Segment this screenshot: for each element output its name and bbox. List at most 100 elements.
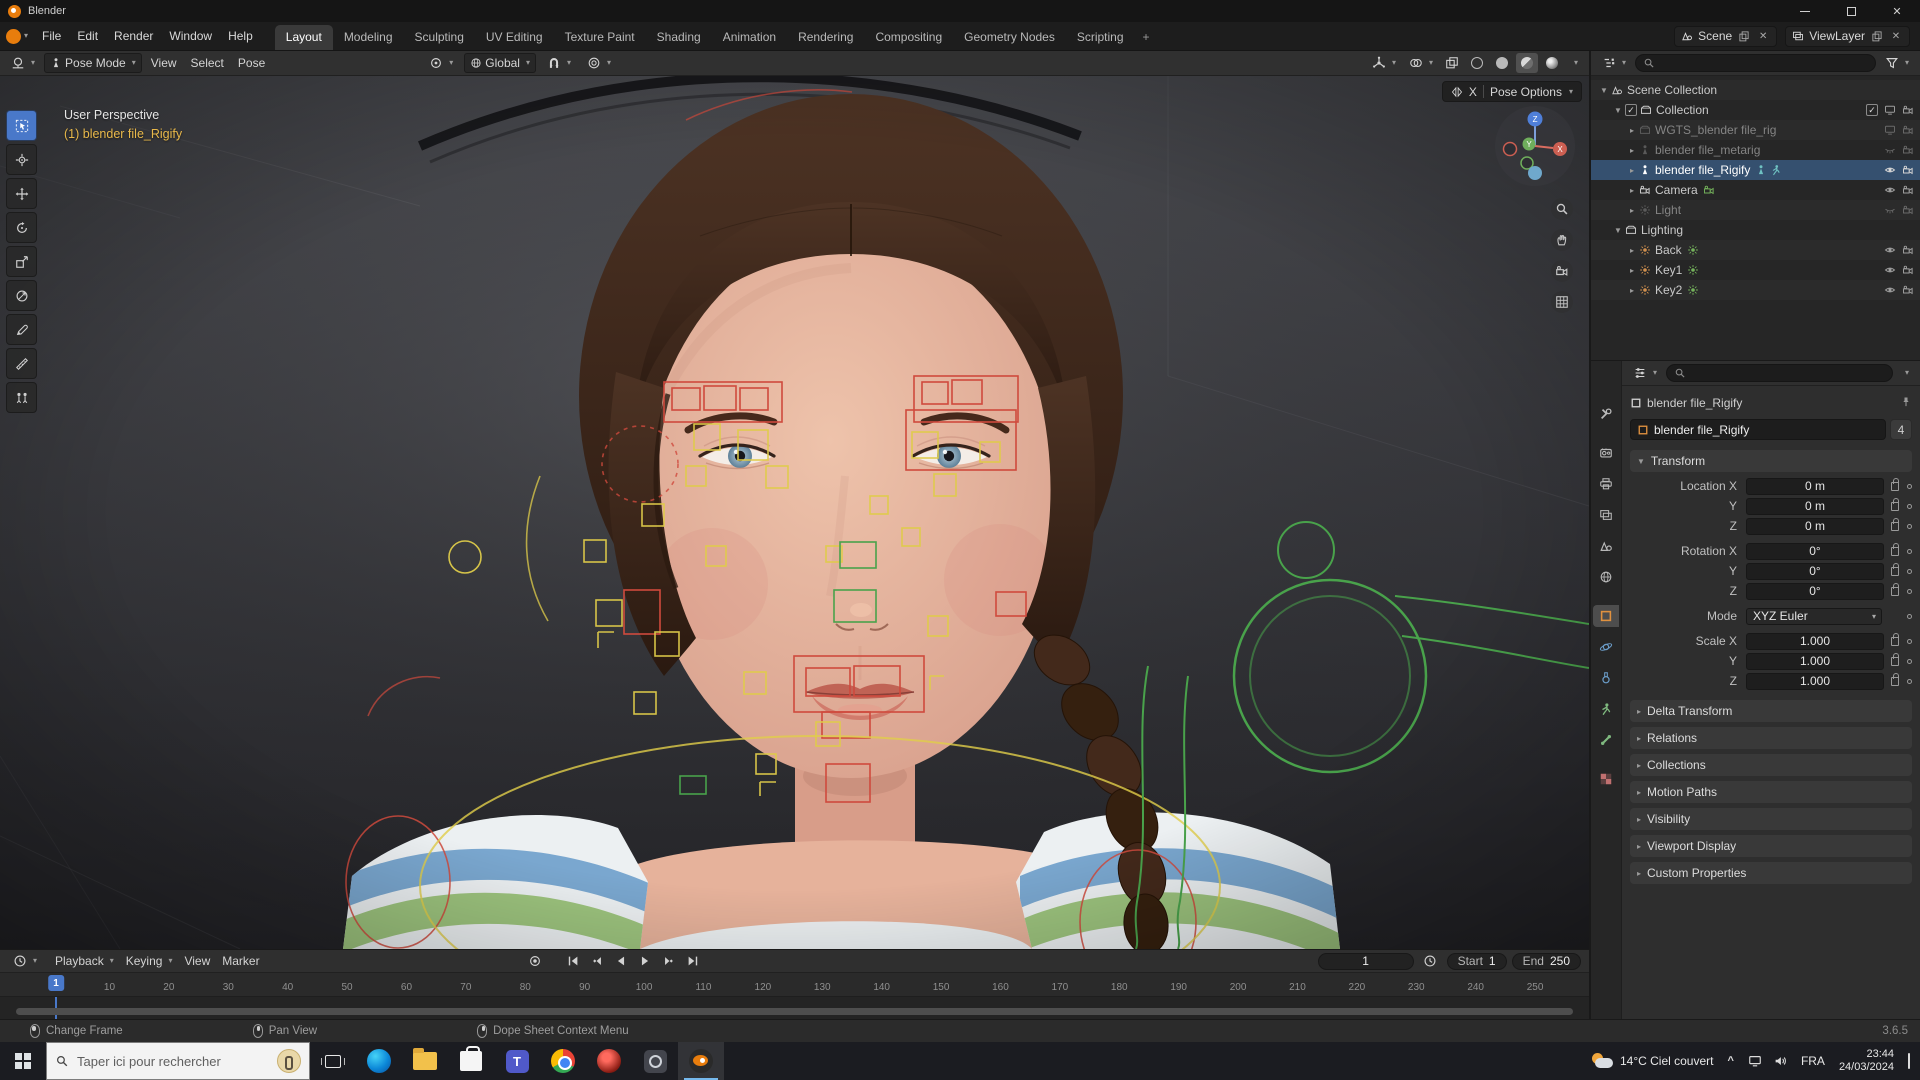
animate-dot[interactable]: [1907, 483, 1912, 489]
show-gizmo-button[interactable]: ▾: [1367, 53, 1401, 73]
tab-scene[interactable]: [1593, 535, 1619, 557]
properties-filter-button[interactable]: ▾: [1897, 363, 1914, 383]
lock-icon[interactable]: [1891, 632, 1899, 646]
tool-move[interactable]: [6, 178, 37, 209]
menu-playback[interactable]: Playback ▾: [50, 951, 119, 971]
taskbar-app-red[interactable]: [586, 1042, 632, 1080]
volume-tray-icon[interactable]: [1773, 1054, 1787, 1068]
expand-arrow[interactable]: ▼: [1611, 226, 1625, 235]
show-overlays-button[interactable]: ▾: [1404, 53, 1438, 73]
menu-render[interactable]: Render: [106, 25, 161, 47]
animate-dot[interactable]: [1907, 503, 1912, 509]
eye-closed-icon[interactable]: [1884, 144, 1896, 156]
menu-file[interactable]: File: [34, 25, 69, 47]
tab-bone[interactable]: [1593, 729, 1619, 751]
expand-arrow[interactable]: ▸: [1625, 126, 1639, 135]
eye-icon[interactable]: [1884, 184, 1896, 196]
tab-compositing[interactable]: Compositing: [864, 25, 953, 50]
section-motion-paths[interactable]: ▸ Motion Paths: [1630, 781, 1912, 803]
animate-dot[interactable]: [1907, 613, 1912, 619]
timeline-track-area[interactable]: [0, 997, 1589, 1019]
rotation-z-input[interactable]: 0°: [1746, 582, 1884, 600]
menu-help[interactable]: Help: [220, 25, 261, 47]
object-name-field[interactable]: blender file_Rigify: [1630, 419, 1886, 440]
outliner-row-key2[interactable]: ▸ Key2: [1591, 280, 1920, 300]
taskbar-app-chrome[interactable]: [540, 1042, 586, 1080]
shading-options-button[interactable]: ▾: [1566, 53, 1583, 73]
outliner-row-back[interactable]: ▸ Back: [1591, 240, 1920, 260]
tool-scale[interactable]: [6, 246, 37, 277]
scale-z-input[interactable]: 1.000: [1746, 672, 1884, 690]
taskbar-search[interactable]: [46, 1042, 310, 1080]
search-highlight-icon[interactable]: [277, 1049, 301, 1073]
tab-object-data[interactable]: [1593, 698, 1619, 720]
outliner-row-metarig[interactable]: ▸ blender file_metarig: [1591, 140, 1920, 160]
taskbar-app-camera[interactable]: [632, 1042, 678, 1080]
tool-cursor[interactable]: [6, 144, 37, 175]
render-camera-icon[interactable]: [1902, 244, 1914, 256]
rotation-x-input[interactable]: 0°: [1746, 542, 1884, 560]
render-camera-icon[interactable]: [1902, 164, 1914, 176]
auto-keying-toggle[interactable]: [524, 952, 547, 971]
previous-keyframe-button[interactable]: [586, 952, 609, 971]
display-tray-icon[interactable]: [1748, 1054, 1762, 1068]
rotation-mode-dropdown[interactable]: XYZ Euler: [1746, 607, 1882, 625]
scale-x-input[interactable]: 1.000: [1746, 632, 1884, 650]
ortho-grid-icon[interactable]: [1551, 291, 1573, 313]
jump-to-start-button[interactable]: [562, 952, 585, 971]
exclude-checkbox[interactable]: ✓: [1866, 104, 1878, 116]
snap-toggle[interactable]: ▾: [542, 53, 576, 73]
lock-icon[interactable]: [1891, 497, 1899, 511]
mirror-x-label[interactable]: X: [1469, 85, 1477, 99]
play-button[interactable]: [634, 952, 657, 971]
location-y-input[interactable]: 0 m: [1746, 497, 1884, 515]
lock-icon[interactable]: [1891, 582, 1899, 596]
shading-solid-button[interactable]: [1491, 53, 1513, 73]
3d-viewport[interactable]: User Perspective (1) blender file_Rigify…: [0, 76, 1589, 949]
tab-geometry-nodes[interactable]: Geometry Nodes: [953, 25, 1066, 50]
properties-editor-type-button[interactable]: ▾: [1628, 363, 1662, 383]
tool-select-box[interactable]: [6, 110, 37, 141]
eye-icon[interactable]: [1884, 164, 1896, 176]
section-relations[interactable]: ▸ Relations: [1630, 727, 1912, 749]
animate-dot[interactable]: [1907, 678, 1912, 684]
menu-view[interactable]: View: [146, 53, 182, 73]
playhead[interactable]: 1: [48, 975, 64, 991]
tab-animation[interactable]: Animation: [712, 25, 787, 50]
tool-annotate[interactable]: [6, 314, 37, 345]
scale-y-input[interactable]: 1.000: [1746, 652, 1884, 670]
outliner-row-lighting[interactable]: ▼ Lighting: [1591, 220, 1920, 240]
navigation-gizmo[interactable]: Z X Y: [1493, 104, 1577, 188]
outliner-row-wgts-rig[interactable]: ▸ WGTS_blender file_rig: [1591, 120, 1920, 140]
menu-pose[interactable]: Pose: [233, 53, 270, 73]
outliner-row-collection[interactable]: ▼ ✓ Collection ✓: [1591, 100, 1920, 120]
tool-transform[interactable]: [6, 280, 37, 311]
tab-layout[interactable]: Layout: [274, 25, 333, 50]
eye-icon[interactable]: [1884, 264, 1896, 276]
jump-to-end-button[interactable]: [682, 952, 705, 971]
menu-keying[interactable]: Keying ▾: [121, 951, 178, 971]
taskbar-app-blender[interactable]: [678, 1042, 724, 1080]
tab-output[interactable]: [1593, 473, 1619, 495]
tab-constraints[interactable]: [1593, 667, 1619, 689]
menu-select[interactable]: Select: [186, 53, 229, 73]
remove-viewlayer-button[interactable]: ✕: [1889, 29, 1903, 43]
render-camera-icon[interactable]: [1902, 204, 1914, 216]
current-frame-field[interactable]: 1: [1317, 952, 1414, 970]
taskbar-clock[interactable]: 23:44 24/03/2024: [1839, 1048, 1894, 1074]
lock-icon[interactable]: [1891, 652, 1899, 666]
animate-dot[interactable]: [1907, 588, 1912, 594]
start-button[interactable]: [0, 1042, 46, 1080]
task-view-button[interactable]: [310, 1042, 356, 1080]
render-camera-icon[interactable]: [1902, 184, 1914, 196]
render-camera-icon[interactable]: [1902, 284, 1914, 296]
xray-toggle[interactable]: [1441, 53, 1463, 73]
outliner-search-input[interactable]: [1635, 54, 1876, 72]
editor-type-button[interactable]: ▾: [6, 53, 40, 73]
menu-marker[interactable]: Marker: [217, 951, 264, 971]
maximize-button[interactable]: [1828, 0, 1874, 22]
outliner-row-camera[interactable]: ▸ Camera: [1591, 180, 1920, 200]
render-camera-icon[interactable]: [1902, 264, 1914, 276]
frame-start-field[interactable]: Start 1: [1446, 952, 1507, 970]
section-collections[interactable]: ▸ Collections: [1630, 754, 1912, 776]
